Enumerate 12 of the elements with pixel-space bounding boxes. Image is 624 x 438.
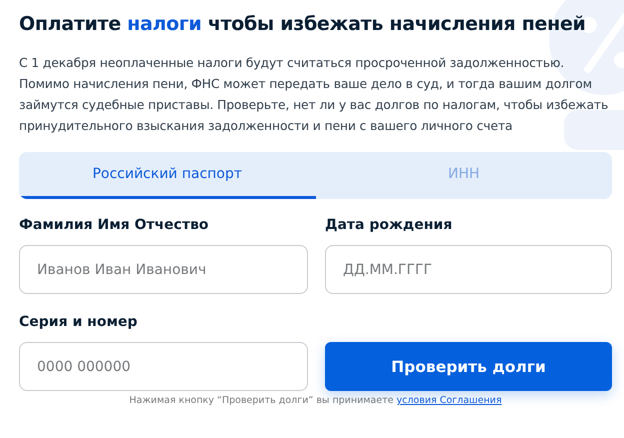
field-label: Фамилия Имя Отчество [19,217,210,235]
field-label: Дата рождения [325,217,454,235]
input-field[interactable]: ДД.ММ.ГГГГ [325,245,612,294]
tab[interactable]: Российский паспорт [19,152,316,199]
agreement-link[interactable]: условия Соглашения [396,395,502,406]
description-text: С 1 декабря неоплаченные налоги будут считаться просроченной задолженностью. Помимо начисления пени, ФНС может передать ваше дело в суд, и тогда вашим долгом займутся судебные приставы. Проверьте, нет ли у вас долгов по налогам, чтобы избежать принудительного взыскания задолженности и пени с вашего личного счета [19,54,610,135]
consent-text: Нажимая кнопку “Проверить долги” вы принимаете условия Соглашения [128,395,503,408]
input-field[interactable]: Иванов Иван Иванович [19,245,308,294]
field-label: Серия и номер [19,314,138,332]
page-title: Оплатите налоги чтобы избежать начисления пеней [19,13,587,35]
submit-button[interactable]: Проверить долги [325,342,612,391]
input-field[interactable]: 0000 000000 [19,342,308,391]
